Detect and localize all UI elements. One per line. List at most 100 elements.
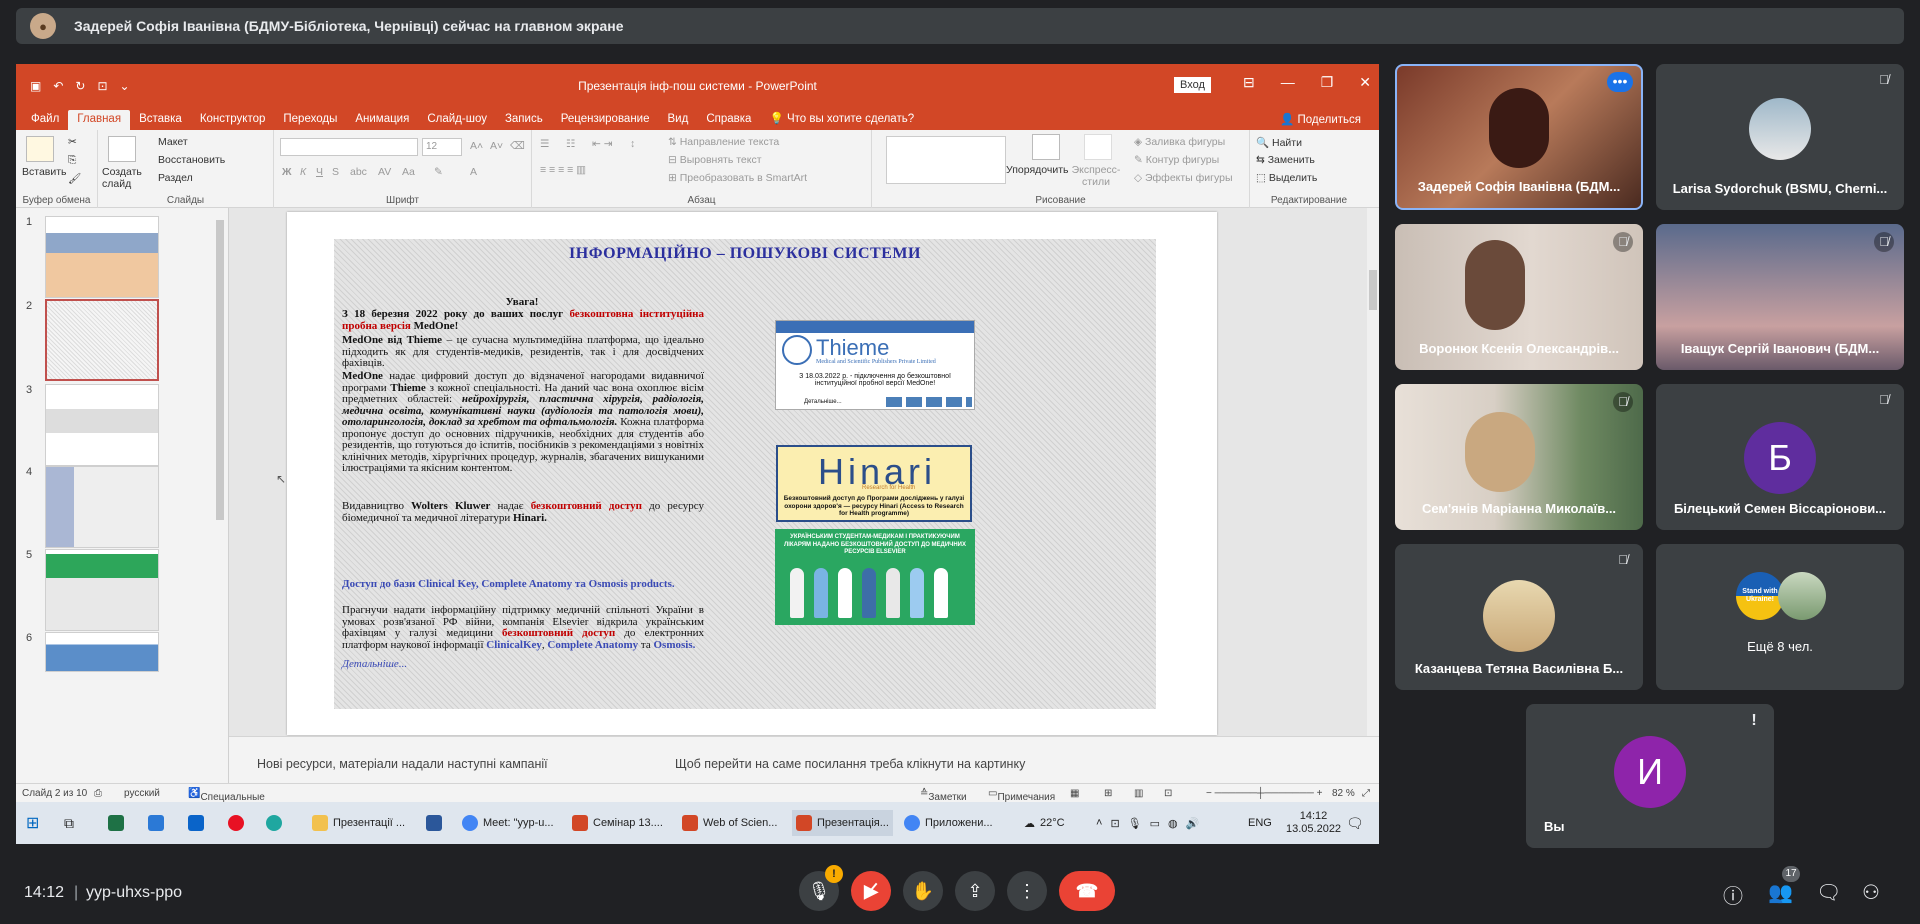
shrink-font-icon[interactable]: A˅ [490,140,503,152]
tab-insert[interactable]: Вставка [130,110,191,130]
tab-transitions[interactable]: Переходы [274,110,346,130]
shape-outline-button[interactable]: ✎ Контур фигуры [1134,154,1219,166]
share-button[interactable]: 👤 Поделиться [1280,112,1361,126]
highlight-icon[interactable]: ✎ [434,166,443,178]
tab-home[interactable]: Главная [68,110,131,130]
customize-icon[interactable]: ⌄ [120,79,130,93]
shape-effects-button[interactable]: ◇ Эффекты фигуры [1134,172,1233,184]
slide-thumb-5[interactable] [45,549,159,631]
camera-button[interactable]: ▶̸ [851,871,891,911]
view-slideshow-icon[interactable]: ⊡ [1164,788,1172,799]
case-icon[interactable]: Aa [402,166,415,178]
slide-thumb-6[interactable] [45,632,159,672]
smartart-button[interactable]: ⊞ Преобразовать в SmartArt [668,172,807,184]
slide-thumb-4[interactable] [45,466,159,548]
taskbar-wos[interactable]: Web of Scien... [682,810,777,836]
paste-icon[interactable] [26,136,54,162]
taskbar-seminar[interactable]: Семінар 13.... [572,810,663,836]
notification-icon[interactable]: 🗨 [1346,810,1364,836]
edge-icon[interactable] [266,810,282,836]
participant-tile[interactable]: 🎙̸ Б Білецький Семен Віссаріонови... [1656,384,1904,530]
tab-help[interactable]: Справка [697,110,760,130]
strike-icon[interactable]: abc [350,166,367,178]
font-size-box[interactable]: 12 [422,138,462,156]
arrange-button[interactable]: Упорядочить [1006,164,1068,176]
italic-icon[interactable]: К [300,166,306,178]
reset-button[interactable]: Восстановить [158,154,225,166]
cut-icon[interactable]: ✂ [68,136,77,148]
undo-icon[interactable]: ↶ [53,79,63,93]
tell-me-box[interactable]: 💡 Что вы хотите сделать? [760,108,923,130]
layout-button[interactable]: Макет [158,136,188,148]
participant-tile[interactable]: 🎙̸ Іващук Сергій Іванович (БДМ... [1656,224,1904,370]
paste-button[interactable]: Вставить [22,166,67,178]
shapes-gallery[interactable] [886,136,1006,184]
calendar-icon[interactable] [148,810,164,836]
tab-file[interactable]: Файл [22,110,68,130]
thieme-card[interactable]: Thieme Medical and Scientific Publishers… [775,320,975,410]
tray-icons[interactable]: ˄ ⊡ 🎙 ▭ ◍ 🔊 [1096,810,1199,836]
section-button[interactable]: Раздел [158,172,193,184]
thumbs-scrollbar[interactable] [215,208,225,783]
bold-icon[interactable]: Ж [282,166,292,178]
view-reading-icon[interactable]: ▥ [1134,788,1143,799]
tab-review[interactable]: Рецензирование [552,110,659,130]
elsevier-card[interactable]: УКРАЇНСЬКИМ СТУДЕНТАМ-МЕДИКАМ І ПРАКТИКУ… [775,529,975,625]
participant-tile[interactable]: 🎙̸ Larisa Sydorchuk (BSMU, Cherni... [1656,64,1904,210]
save-icon[interactable]: ▣ [30,79,41,93]
more-link[interactable]: Детальніше... [342,658,542,671]
participant-tile-self[interactable]: ! И Вы [1526,704,1774,848]
font-color-icon[interactable]: A [470,166,477,178]
grow-font-icon[interactable]: A˄ [470,140,483,152]
redo-icon[interactable]: ↻ [75,79,85,93]
login-button[interactable]: Вход [1174,77,1211,93]
people-icon[interactable]: 👥 [1768,880,1793,905]
bullets-icon[interactable]: ☰ [540,138,549,150]
tab-record[interactable]: Запись [496,110,552,130]
activities-icon[interactable]: ⚇ [1862,880,1880,905]
raise-hand-button[interactable]: ✋ [903,871,943,911]
participant-tile[interactable]: 🎙̸ Казанцева Тетяна Василівна Б... [1395,544,1643,690]
opera-icon[interactable] [228,810,244,836]
maximize-icon[interactable]: ❐ [1321,74,1334,91]
taskbar-apps[interactable]: Приложени... [904,810,993,836]
align-text-button[interactable]: ⊟ Выровнять текст [668,154,762,166]
clock[interactable]: 14:12 13.05.2022 [1286,808,1341,838]
arrange-icon[interactable] [1032,134,1060,160]
taskbar-presentation[interactable]: Презентація... [792,810,893,836]
zoom-slider[interactable]: − ──────┼─────── + [1206,788,1322,799]
fit-slide-icon[interactable]: ⤢ [1362,788,1370,799]
minimize-icon[interactable]: — [1281,74,1295,91]
view-normal-icon[interactable]: ▦ [1070,788,1079,799]
select-button[interactable]: ⬚ Выделить [1256,172,1317,184]
clear-format-icon[interactable]: ⌫ [510,140,525,152]
shape-fill-button[interactable]: ◈ Заливка фигуры [1134,136,1225,148]
taskbar-explorer[interactable]: Презентації ... [312,810,405,836]
notes-button[interactable]: ≙ Заметки [920,788,967,803]
font-name-box[interactable] [280,138,418,156]
tab-slideshow[interactable]: Слайд-шоу [418,110,496,130]
zoom-level[interactable]: 82 % [1332,788,1355,799]
quick-styles-button[interactable]: Экспресс-стили [1068,164,1124,188]
excel-icon[interactable] [108,810,124,836]
numbering-icon[interactable]: ☷ [566,138,575,150]
ribbon-display-icon[interactable]: ⊟ [1243,74,1255,91]
accessibility-status[interactable]: ♿ Специальные возможности: проверьте рек… [188,788,268,836]
tab-animations[interactable]: Анимация [346,110,418,130]
language-status[interactable]: русский [124,788,160,799]
indent-icon[interactable]: ⇤ ⇥ [592,138,613,150]
task-view-icon[interactable]: ⧉ [64,810,74,836]
text-direction-button[interactable]: ⇅ Направление текста [668,136,779,148]
info-icon[interactable]: ⓘ [1723,880,1743,909]
shadow-icon[interactable]: S [332,166,339,178]
mail-icon[interactable] [188,810,204,836]
slide-scrollbar[interactable] [1367,208,1379,736]
notes-pane[interactable]: Нові ресурси, матеріали надали наступні … [229,736,1379,783]
line-spacing-icon[interactable]: ↕ [630,138,635,150]
input-language[interactable]: ENG [1248,810,1272,836]
participant-tile[interactable]: 🎙̸ Воронюк Ксенія Олександрів... [1395,224,1643,370]
participant-tile[interactable]: 🎙̸ Сем'янів Маріанна Миколаїв... [1395,384,1643,530]
new-slide-icon[interactable] [108,136,136,162]
taskbar-meet[interactable]: Meet: "yyp-u... [462,810,554,836]
end-call-button[interactable]: ☎ [1059,871,1115,911]
